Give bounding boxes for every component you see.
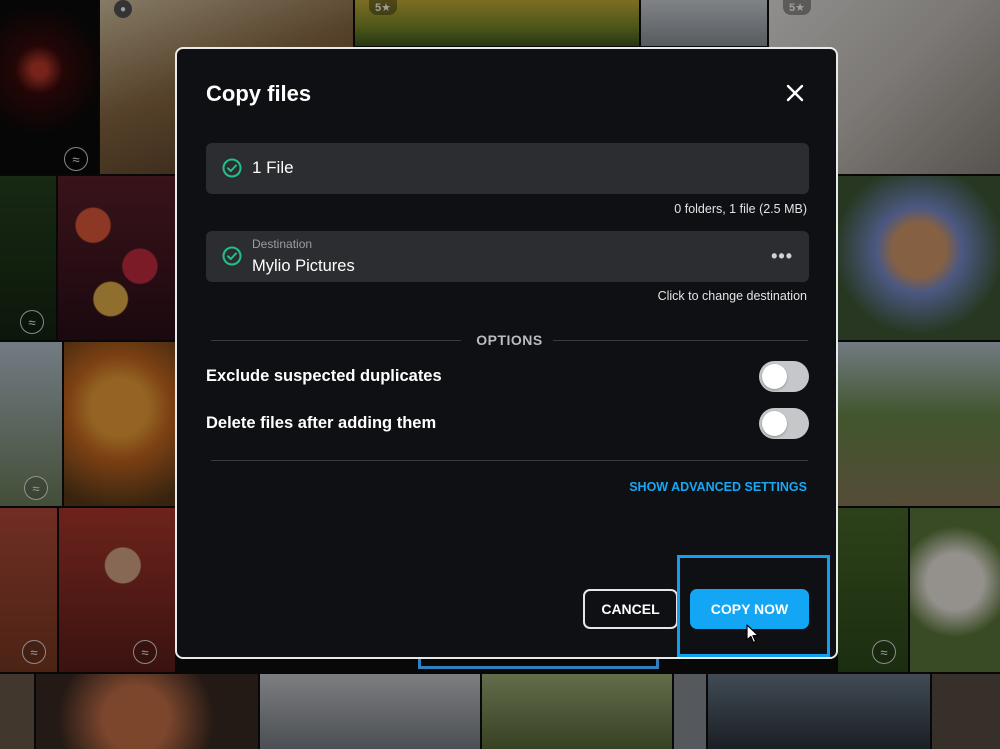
- delete-after-adding-label: Delete files after adding them: [206, 414, 437, 432]
- check-circle-icon: [222, 158, 242, 178]
- delete-after-adding-row: Delete files after adding them: [206, 408, 809, 440]
- dialog-title: Copy files: [206, 81, 312, 106]
- cancel-button[interactable]: CANCEL: [583, 589, 678, 629]
- options-divider: OPTIONS: [211, 332, 808, 348]
- delete-after-adding-toggle[interactable]: [759, 408, 809, 439]
- files-summary-field: 1 File: [206, 143, 809, 194]
- toggle-knob: [762, 411, 787, 436]
- destination-field[interactable]: Destination Mylio Pictures •••: [206, 231, 809, 282]
- section-divider: [211, 460, 808, 461]
- toggle-knob: [762, 364, 787, 389]
- more-horizontal-icon[interactable]: •••: [771, 246, 793, 267]
- divider-line: [553, 340, 808, 341]
- destination-caption: Destination: [252, 237, 313, 251]
- close-icon: [786, 84, 804, 102]
- exclude-duplicates-toggle[interactable]: [759, 361, 809, 392]
- files-count-label: 1 File: [252, 158, 294, 177]
- files-size-summary: 0 folders, 1 file (2.5 MB): [674, 202, 807, 216]
- show-advanced-settings-link[interactable]: SHOW ADVANCED SETTINGS: [629, 480, 807, 494]
- exclude-duplicates-row: Exclude suspected duplicates: [206, 361, 809, 393]
- check-circle-icon: [222, 246, 242, 266]
- destination-hint: Click to change destination: [657, 289, 807, 303]
- close-button[interactable]: [784, 82, 806, 104]
- mouse-pointer-icon: [746, 624, 759, 644]
- destination-value: Mylio Pictures: [252, 257, 355, 275]
- exclude-duplicates-label: Exclude suspected duplicates: [206, 367, 442, 385]
